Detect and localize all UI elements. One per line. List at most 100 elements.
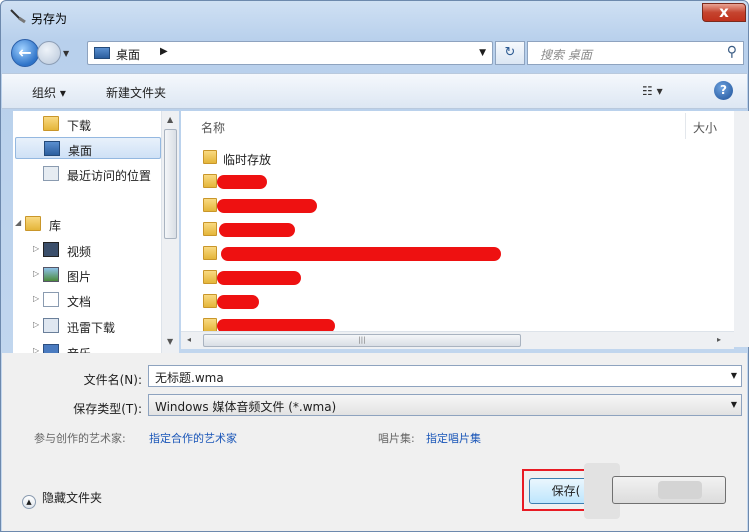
navigation-pane: 下载 桌面 最近访问的位置 ◢ 库 ▷ 视频 ▷ 图片 ▷ 文档 ▷ 迅雷下载 … bbox=[13, 111, 179, 353]
breadcrumb[interactable]: 桌面 bbox=[116, 46, 140, 63]
sidebar-item-label: 音乐 bbox=[67, 345, 91, 353]
list-item[interactable] bbox=[203, 195, 523, 217]
folder-icon bbox=[203, 318, 217, 332]
sidebar-item-thunder[interactable]: ▷ 迅雷下载 bbox=[15, 315, 161, 337]
sidebar-item-music[interactable]: ▷ 音乐 bbox=[15, 341, 161, 353]
address-dropdown-icon[interactable]: ▼ bbox=[479, 48, 486, 58]
organize-button[interactable]: 组织 ▾ bbox=[32, 84, 66, 101]
horizontal-scrollbar[interactable]: ◂ ||| ▸ bbox=[181, 331, 734, 349]
filename-field[interactable]: 无标题.wma ▼ bbox=[148, 365, 742, 387]
sidebar-item-desktop[interactable]: 桌面 bbox=[15, 137, 161, 159]
address-bar[interactable]: 桌面 ▶ ▼ bbox=[87, 41, 493, 65]
desktop-icon bbox=[44, 141, 60, 156]
redacted-name bbox=[217, 295, 259, 309]
collapse-arrow-icon[interactable]: ◢ bbox=[15, 218, 21, 227]
documents-library-icon bbox=[43, 292, 59, 307]
sidebar-item-label: 库 bbox=[49, 219, 62, 233]
redacted-name bbox=[217, 199, 317, 213]
video-library-icon bbox=[43, 242, 59, 257]
expand-arrow-icon[interactable]: ▷ bbox=[33, 346, 39, 353]
scroll-down-icon[interactable]: ▼ bbox=[167, 337, 173, 346]
collapse-chevron-icon: ▲ bbox=[22, 495, 36, 509]
list-item[interactable] bbox=[203, 291, 523, 313]
expand-arrow-icon[interactable]: ▷ bbox=[33, 269, 39, 278]
recent-places-icon bbox=[43, 166, 59, 181]
sidebar-item-videos[interactable]: ▷ 视频 bbox=[15, 239, 161, 261]
column-divider[interactable] bbox=[685, 113, 686, 139]
shortcut-folder-icon bbox=[203, 150, 217, 164]
sidebar-item-recent[interactable]: 最近访问的位置 bbox=[15, 163, 161, 185]
folder-icon bbox=[203, 198, 217, 212]
navigation-row: ← ▼ 桌面 ▶ ▼ ↻ 搜索 桌面 ⚲ bbox=[7, 37, 744, 69]
list-item[interactable] bbox=[203, 219, 523, 241]
sidebar-item-label: 最近访问的位置 bbox=[67, 169, 152, 183]
redacted-name bbox=[221, 247, 501, 261]
search-icon[interactable]: ⚲ bbox=[727, 44, 737, 60]
expand-arrow-icon[interactable]: ▷ bbox=[33, 244, 39, 253]
sidebar-item-downloads[interactable]: 下载 bbox=[15, 113, 161, 135]
sidebar-item-label: 文档 bbox=[67, 295, 92, 309]
sidebar-scroll-thumb[interactable] bbox=[164, 129, 177, 239]
scroll-up-icon[interactable]: ▲ bbox=[167, 115, 173, 124]
folder-icon bbox=[203, 174, 217, 188]
sidebar-item-label: 下载 bbox=[67, 119, 92, 133]
list-item[interactable] bbox=[203, 267, 523, 289]
sidebar-item-label: 迅雷下载 bbox=[67, 321, 116, 335]
search-placeholder: 搜索 桌面 bbox=[540, 48, 592, 62]
forward-button[interactable] bbox=[37, 41, 61, 65]
filetype-dropdown-icon[interactable]: ▼ bbox=[731, 400, 737, 409]
filetype-select[interactable]: Windows 媒体音频文件 (*.wma) ▼ bbox=[148, 394, 742, 416]
music-library-icon bbox=[43, 344, 59, 353]
desktop-icon bbox=[94, 47, 110, 59]
filetype-value: Windows 媒体音频文件 (*.wma) bbox=[155, 400, 337, 414]
file-name: 临时存放 bbox=[223, 153, 272, 167]
redacted-name bbox=[217, 271, 301, 285]
sidebar-item-label: 图片 bbox=[67, 270, 92, 284]
save-form: 文件名(N): 无标题.wma ▼ 保存类型(T): Windows 媒体音频文… bbox=[2, 353, 747, 531]
back-button[interactable]: ← bbox=[11, 39, 39, 67]
sidebar-item-pictures[interactable]: ▷ 图片 bbox=[15, 264, 161, 286]
folder-icon bbox=[203, 222, 217, 236]
toolbar: 组织 ▾ 新建文件夹 ☷ ▾ ? bbox=[2, 73, 747, 109]
filename-dropdown-icon[interactable]: ▼ bbox=[731, 371, 737, 380]
hide-folders-toggle[interactable]: ▲ 隐藏文件夹 bbox=[22, 489, 102, 509]
folder-icon bbox=[203, 246, 217, 260]
refresh-button[interactable]: ↻ bbox=[495, 41, 525, 65]
sidebar-scrollbar[interactable]: ▲ ▼ bbox=[161, 111, 179, 353]
pictures-library-icon bbox=[43, 267, 59, 282]
file-list: 名称 大小 临时存放 bbox=[181, 111, 741, 347]
redacted-name bbox=[217, 175, 267, 189]
close-button[interactable]: x bbox=[702, 3, 746, 22]
new-folder-button[interactable]: 新建文件夹 bbox=[106, 84, 166, 101]
expand-arrow-icon[interactable]: ▷ bbox=[33, 294, 39, 303]
horizontal-scroll-thumb[interactable]: ||| bbox=[203, 334, 521, 347]
history-dropdown-icon[interactable]: ▼ bbox=[63, 49, 69, 58]
list-item[interactable]: 临时存放 bbox=[203, 147, 523, 169]
artist-field[interactable]: 指定合作的艺术家 bbox=[149, 430, 237, 446]
expand-arrow-icon[interactable]: ▷ bbox=[33, 320, 39, 329]
app-icon bbox=[10, 9, 26, 24]
save-as-dialog: 另存为 x ← ▼ 桌面 ▶ ▼ ↻ 搜索 桌面 ⚲ 组织 ▾ 新建文件夹 ☷ … bbox=[0, 0, 749, 532]
filename-label: 文件名(N): bbox=[83, 373, 142, 387]
sidebar-item-library[interactable]: ◢ 库 bbox=[13, 213, 143, 235]
view-options-button[interactable]: ☷ ▾ bbox=[642, 84, 663, 98]
file-list-scrollbar[interactable] bbox=[734, 111, 749, 347]
list-item[interactable] bbox=[203, 171, 523, 193]
search-input[interactable]: 搜索 桌面 ⚲ bbox=[527, 41, 744, 65]
album-field[interactable]: 指定唱片集 bbox=[426, 430, 481, 446]
help-button[interactable]: ? bbox=[714, 81, 733, 100]
folder-icon bbox=[203, 270, 217, 284]
sidebar-item-documents[interactable]: ▷ 文档 bbox=[15, 289, 161, 311]
list-item[interactable] bbox=[203, 243, 533, 265]
library-icon bbox=[25, 216, 41, 231]
breadcrumb-arrow-icon[interactable]: ▶ bbox=[160, 46, 168, 57]
title-bar: 另存为 x bbox=[7, 3, 746, 29]
filename-value: 无标题.wma bbox=[155, 371, 224, 385]
column-header-name[interactable]: 名称 bbox=[201, 119, 225, 136]
scroll-right-icon[interactable]: ▸ bbox=[717, 335, 721, 344]
download-folder-icon bbox=[43, 116, 59, 131]
window-title: 另存为 bbox=[31, 12, 68, 26]
scroll-left-icon[interactable]: ◂ bbox=[187, 335, 191, 344]
column-header-size[interactable]: 大小 bbox=[693, 119, 717, 136]
filetype-label: 保存类型(T): bbox=[73, 402, 142, 416]
